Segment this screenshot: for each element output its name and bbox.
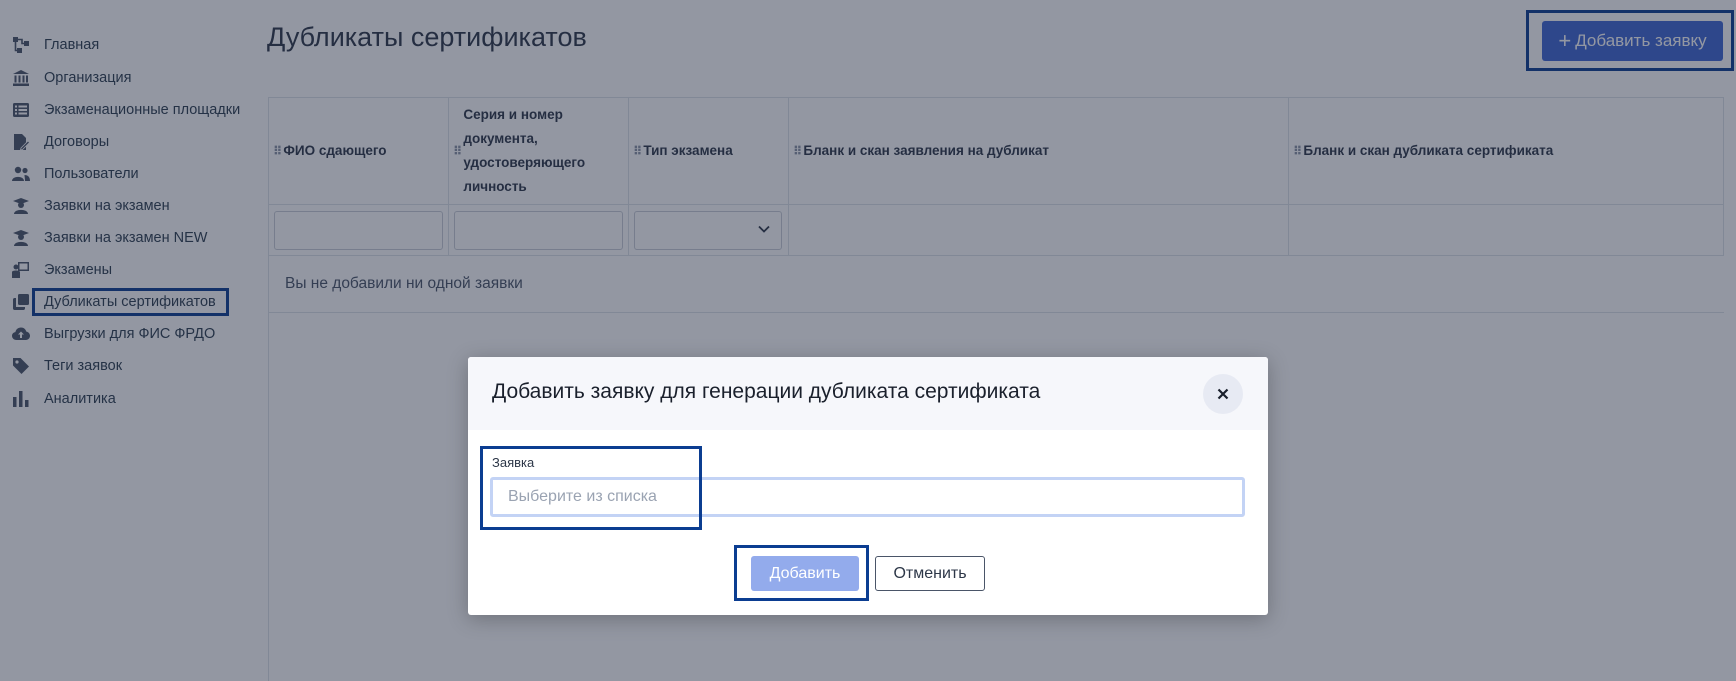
close-button[interactable]	[1203, 374, 1243, 414]
request-field-label: Заявка	[492, 455, 535, 470]
cancel-button[interactable]: Отменить	[875, 556, 985, 591]
close-icon	[1217, 388, 1229, 400]
app-root: Главная Организация Экзаменационные площ…	[0, 0, 1736, 681]
add-button[interactable]: Добавить	[751, 556, 859, 591]
request-select-input[interactable]	[490, 477, 1245, 517]
add-duplicate-request-dialog: Добавить заявку для генерации дубликата …	[468, 357, 1268, 615]
dialog-header: Добавить заявку для генерации дубликата …	[468, 357, 1268, 430]
dialog-title: Добавить заявку для генерации дубликата …	[492, 380, 1041, 403]
